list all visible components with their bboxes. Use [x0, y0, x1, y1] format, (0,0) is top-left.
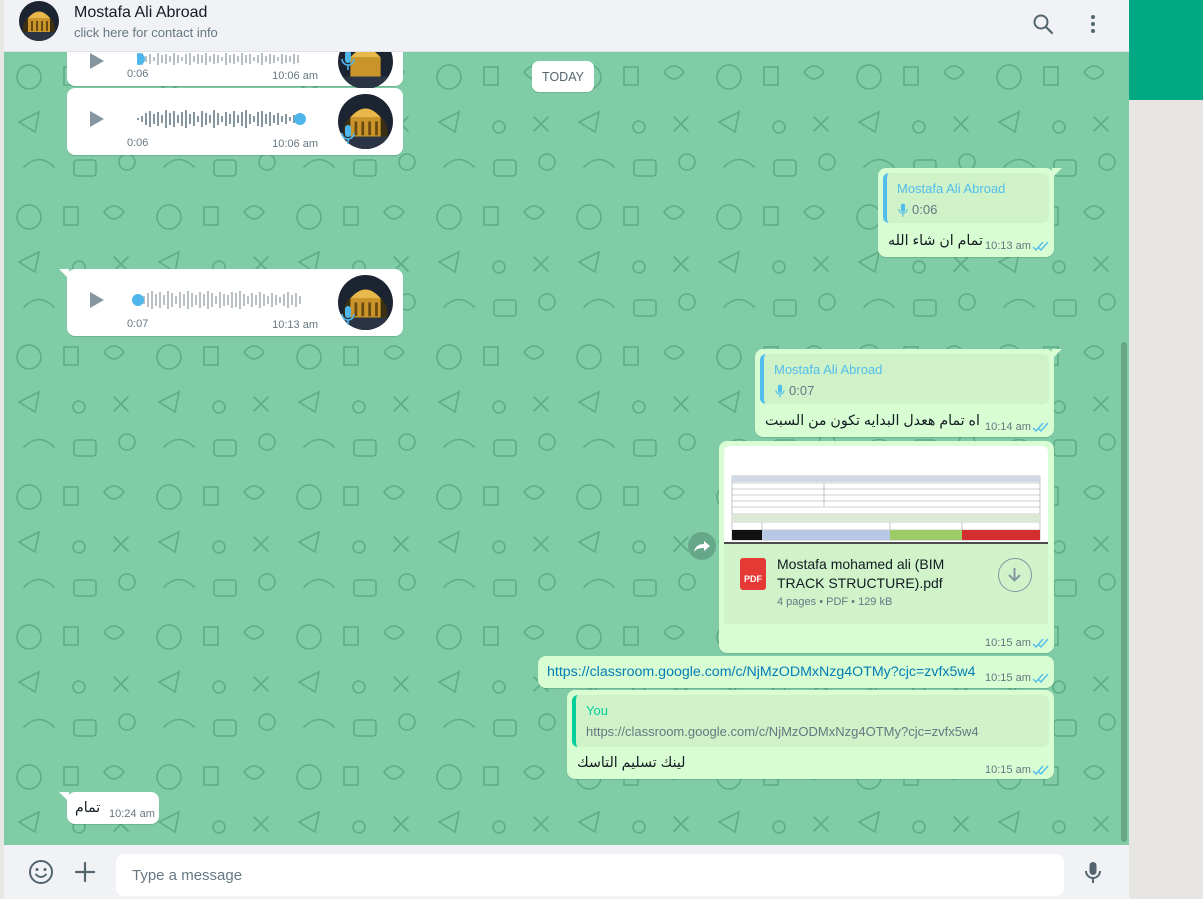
chat-header[interactable]: Mostafa Ali Abroad click here for contac… — [4, 0, 1129, 52]
date-divider: TODAY — [532, 61, 594, 92]
emoji-icon[interactable] — [28, 859, 54, 885]
quoted-message[interactable]: Mostafa Ali Abroad 0:07 — [760, 354, 1049, 404]
download-button[interactable] — [998, 558, 1032, 592]
pdf-file-icon: PDF — [740, 558, 766, 590]
microphone-icon — [898, 203, 908, 217]
quote-author: You — [586, 703, 608, 718]
download-icon — [1008, 568, 1021, 582]
read-receipt-icon — [1032, 765, 1049, 776]
read-receipt-icon — [1032, 241, 1049, 252]
message-list[interactable]: TODAY 0:06 10:06 am 0:06 10:06 am Mostaf… — [4, 52, 1129, 845]
quoted-message[interactable]: Mostafa Ali Abroad 0:06 — [883, 173, 1049, 223]
voice-duration: 0:06 — [127, 137, 149, 149]
quote-duration: 0:07 — [789, 383, 815, 398]
voice-message[interactable]: 0:07 10:13 am — [59, 269, 403, 336]
forward-button[interactable] — [688, 532, 716, 560]
read-receipt-icon — [1032, 673, 1049, 684]
outgoing-link-message[interactable]: https://classroom.google.com/c/NjMzODMxN… — [538, 656, 1054, 688]
outgoing-reply-message[interactable]: You https://classroom.google.com/c/NjMzO… — [567, 690, 1054, 779]
play-icon[interactable] — [85, 108, 107, 130]
message-time: 10:15 am — [985, 637, 1031, 649]
document-message[interactable]: PDF Mostafa mohamed ali (BIM TRACK STRUC… — [719, 441, 1054, 653]
voice-duration: 0:06 — [127, 68, 149, 80]
voice-message[interactable]: 0:06 10:06 am — [67, 52, 403, 89]
voice-waveform[interactable] — [137, 109, 311, 129]
read-receipt-icon — [1032, 638, 1049, 649]
microphone-icon — [775, 384, 785, 398]
quote-author: Mostafa Ali Abroad — [897, 181, 1006, 196]
message-time: 10:13 am — [272, 319, 318, 331]
message-time: 10:15 am — [985, 672, 1031, 684]
kebab-menu-icon[interactable] — [1081, 12, 1105, 36]
incoming-text-message[interactable]: تمام 10:24 am — [59, 792, 159, 824]
microphone-icon[interactable] — [1080, 859, 1106, 885]
message-text: اه تمام هعدل البدايه تكون من السبت — [765, 413, 980, 429]
chat-window: Mostafa Ali Abroad click here for contac… — [4, 0, 1129, 899]
message-time: 10:06 am — [272, 138, 318, 150]
message-input[interactable] — [116, 854, 1064, 896]
document-preview[interactable] — [724, 446, 1048, 544]
voice-waveform[interactable] — [131, 290, 311, 310]
voice-message[interactable]: 0:06 10:06 am — [67, 88, 403, 155]
quote-duration: 0:06 — [912, 202, 938, 217]
outgoing-reply-message[interactable]: Mostafa Ali Abroad 0:07 اه تمام هعدل الب… — [755, 349, 1062, 437]
document-meta: 4 pages • PDF • 129 kB — [777, 596, 893, 608]
message-time: 10:15 am — [985, 764, 1031, 776]
plus-icon[interactable] — [72, 859, 98, 885]
message-link[interactable]: https://classroom.google.com/c/NjMzODMxN… — [547, 664, 976, 680]
composer-bar — [4, 845, 1129, 899]
microphone-icon — [341, 306, 355, 325]
forward-icon — [694, 541, 710, 552]
search-icon[interactable] — [1031, 12, 1055, 36]
contact-avatar[interactable] — [19, 1, 59, 41]
quote-author: Mostafa Ali Abroad — [774, 362, 883, 377]
quote-text: https://classroom.google.com/c/NjMzODMxN… — [586, 724, 979, 739]
scrollbar[interactable] — [1121, 342, 1127, 842]
message-time: 10:13 am — [985, 240, 1031, 252]
document-info[interactable]: PDF Mostafa mohamed ali (BIM TRACK STRUC… — [724, 544, 1048, 624]
document-name: Mostafa mohamed ali (BIM TRACK STRUCTURE… — [777, 556, 945, 591]
message-text: تمام ان شاء الله — [888, 233, 983, 249]
message-time: 10:06 am — [272, 70, 318, 82]
contact-info-hint[interactable]: click here for contact info — [74, 25, 218, 40]
play-icon[interactable] — [85, 289, 107, 311]
outgoing-reply-message[interactable]: Mostafa Ali Abroad 0:06 تمام ان شاء الله… — [878, 168, 1062, 257]
voice-waveform[interactable] — [137, 52, 311, 66]
voice-duration: 0:07 — [127, 318, 149, 330]
message-text: تمام — [75, 800, 101, 816]
message-time: 10:14 am — [985, 421, 1031, 433]
quoted-message[interactable]: You https://classroom.google.com/c/NjMzO… — [572, 695, 1049, 747]
contact-name[interactable]: Mostafa Ali Abroad — [74, 4, 207, 22]
message-text: لينك تسليم التاسك — [577, 755, 686, 771]
microphone-icon — [341, 125, 355, 144]
read-receipt-icon — [1032, 422, 1049, 433]
message-time: 10:24 am — [109, 808, 155, 820]
background-strip — [1129, 0, 1203, 899]
microphone-icon — [341, 52, 355, 70]
play-icon[interactable] — [85, 52, 107, 72]
accent-strip — [1129, 0, 1203, 100]
